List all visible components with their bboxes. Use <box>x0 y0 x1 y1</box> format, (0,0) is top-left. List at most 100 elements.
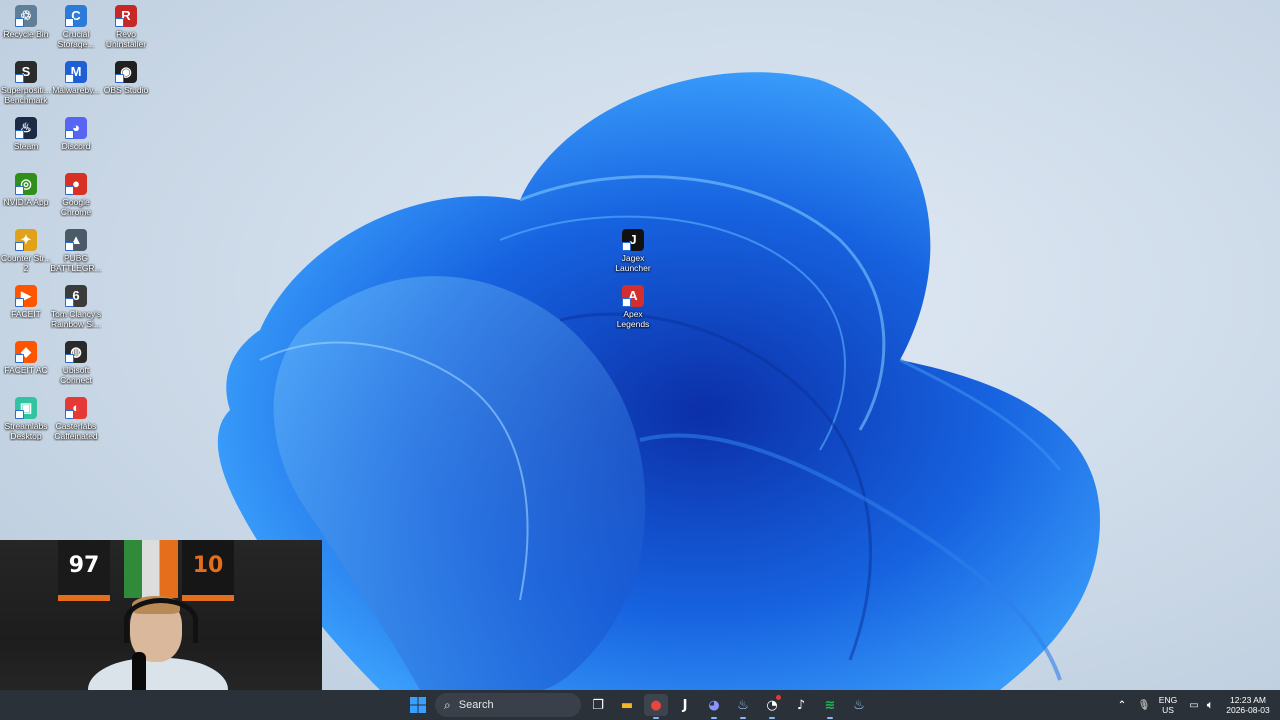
desktop-icon-ubisoft-connect[interactable]: ◍ Ubisoft Connect <box>50 341 102 385</box>
faceit-ac-icon: ◆ <box>15 341 37 363</box>
taskbar-unknown-app[interactable]: ◔ <box>760 694 784 719</box>
desktop-icon-malwarebytes[interactable]: M Malwareby... <box>50 61 102 95</box>
clock-time: 12:23 AM <box>1230 695 1266 705</box>
casterlabs-icon: ◐ <box>65 397 87 419</box>
steam-icon: ♨ <box>737 697 749 713</box>
desktop-icon-faceit[interactable]: ▶ FACEIT <box>0 285 52 319</box>
tray-volume[interactable]: 🔈︎ <box>1198 694 1222 716</box>
tray-microphone[interactable]: 🎙︎ <box>1132 694 1156 716</box>
desktop-icon-crucial-storage[interactable]: C Crucial Storage... <box>50 5 102 49</box>
desktop-icon-pubg[interactable]: ▲ PUBG BATTLEGR... <box>50 229 102 273</box>
desktop-icon-label: Streamlabs Desktop <box>4 421 48 441</box>
desktop-icon-casterlabs-caffeinated[interactable]: ◐ Casterlabs Caffeinated <box>50 397 102 441</box>
clock-date: 2026-08-03 <box>1226 705 1270 715</box>
desktop-icon-label: Revo Uninstaller <box>105 29 147 49</box>
desktop-icon-faceit-ac[interactable]: ◆ FACEIT AC <box>0 341 52 375</box>
desktop-icon-revo-uninstaller[interactable]: R Revo Uninstaller <box>100 5 152 49</box>
desktop-icon-label: Discord <box>61 141 91 151</box>
desktop-icon-label: PUBG BATTLEGR... <box>50 253 102 273</box>
chrome-icon: ● <box>65 173 87 195</box>
ubisoft-icon: ◍ <box>65 341 87 363</box>
windows-logo-icon <box>410 697 426 713</box>
jagex-icon: J <box>622 229 644 251</box>
running-indicator <box>653 717 659 719</box>
desktop-icon-label: OBS Studio <box>103 85 149 95</box>
desktop-icon-streamlabs-desktop[interactable]: ▣ Streamlabs Desktop <box>0 397 52 441</box>
running-indicator <box>740 717 746 719</box>
taskbar-steam-2[interactable]: ♨ <box>847 694 871 716</box>
desktop-icon-label: Ubisoft Connect <box>60 365 92 385</box>
taskbar: ⌕ Search ❐ ▬ ● J ◕ ♨ ◔ ♪ ≋ ♨ ⌃ 🎙︎ ENG US… <box>0 690 1280 720</box>
steam-icon: ♨ <box>15 117 37 139</box>
language-indicator[interactable]: ENG US <box>1155 695 1181 715</box>
apex-legends-icon: A <box>622 285 644 307</box>
malwarebytes-icon: M <box>65 61 87 83</box>
discord-icon: ◕ <box>708 697 720 713</box>
desktop-icon-apex-legends[interactable]: A Apex Legends <box>607 285 659 329</box>
faceit-icon: ▶ <box>15 285 37 307</box>
taskbar-spotify[interactable]: ≋ <box>818 694 842 719</box>
nvidia-icon: ◎ <box>15 173 37 195</box>
app-icon: ◔ <box>766 697 778 713</box>
language-line2: US <box>1162 705 1174 715</box>
recycle-bin-icon: ♲ <box>15 5 37 27</box>
volume-icon: 🔈︎ <box>1207 699 1213 711</box>
superposition-icon: S <box>15 61 37 83</box>
desktop-icon-counter-strike-2[interactable]: ✦ Counter Str... 2 <box>0 229 52 273</box>
streamlabs-icon: ▣ <box>15 397 37 419</box>
search-icon: ⌕ <box>444 697 451 712</box>
desktop-icon-steam[interactable]: ♨ Steam <box>0 117 52 151</box>
desktop-icon-label: Tom Clancy's Rainbow Si... <box>50 309 102 329</box>
desktop-icon-label: Apex Legends <box>616 309 650 329</box>
jersey-number: 10 <box>192 553 224 578</box>
desktop-icon-label: Steam <box>13 141 39 151</box>
desktop-icon-label: Crucial Storage... <box>57 29 95 49</box>
jersey-number: 97 <box>68 553 100 578</box>
desktop-icon-label: Counter Str... 2 <box>0 253 52 273</box>
desktop-icon-superposition[interactable]: S Superpositi... Benchmark <box>0 61 52 105</box>
notification-dot <box>776 695 781 700</box>
taskbar-jagex[interactable]: J <box>673 694 697 716</box>
desktop-icon-label: Google Chrome <box>60 197 92 217</box>
obs-studio-icon: ◉ <box>115 61 137 83</box>
desktop-icon-obs-studio[interactable]: ◉ OBS Studio <box>100 61 152 95</box>
file-explorer-icon: ▬ <box>620 697 634 713</box>
running-indicator <box>711 717 717 719</box>
desktop-icon-jagex-launcher[interactable]: J Jagex Launcher <box>607 229 659 273</box>
jersey-right: 10 <box>182 540 234 601</box>
chevron-up-icon: ⌃ <box>1117 699 1127 711</box>
discord-icon: ◕ <box>65 117 87 139</box>
language-line1: ENG <box>1158 695 1178 705</box>
taskbar-file-explorer[interactable]: ▬ <box>615 694 639 716</box>
taskbar-tiktok[interactable]: ♪ <box>789 694 813 716</box>
jagex-icon: J <box>682 697 688 713</box>
desktop-icon-label: FACEIT <box>11 309 41 319</box>
tray-overflow-button[interactable]: ⌃ <box>1110 694 1134 716</box>
desktop-icon-nvidia-app[interactable]: ◎ NVIDIA App <box>0 173 52 207</box>
counter-strike-icon: ✦ <box>15 229 37 251</box>
tiktok-icon: ♪ <box>796 697 806 713</box>
clock[interactable]: 12:23 AM 2026-08-03 <box>1222 695 1274 715</box>
desktop-icon-rainbow-six[interactable]: 6 Tom Clancy's Rainbow Si... <box>50 285 102 329</box>
taskbar-chrome[interactable]: ● <box>644 694 668 719</box>
start-button[interactable] <box>406 694 430 716</box>
taskbar-search[interactable]: ⌕ Search <box>435 693 581 717</box>
search-placeholder: Search <box>458 699 494 711</box>
taskbar-discord[interactable]: ◕ <box>702 694 726 719</box>
desktop-icon-label: Malwareby... <box>52 85 100 95</box>
banner-flag <box>124 540 178 598</box>
desktop-icon-discord[interactable]: ◕ Discord <box>50 117 102 151</box>
steam-icon: ♨ <box>853 697 865 713</box>
desktop-icon-label: FACEIT AC <box>4 365 48 375</box>
desktop-icon-google-chrome[interactable]: ● Google Chrome <box>50 173 102 217</box>
running-indicator <box>827 717 833 719</box>
crucial-storage-icon: C <box>65 5 87 27</box>
rainbow-six-icon: 6 <box>65 285 87 307</box>
desktop-icon-label: Casterlabs Caffeinated <box>54 421 98 441</box>
pubg-icon: ▲ <box>65 229 87 251</box>
chrome-icon: ● <box>650 697 662 713</box>
taskbar-steam[interactable]: ♨ <box>731 694 755 719</box>
jersey-left: 97 <box>58 540 110 601</box>
taskbar-task-view[interactable]: ❐ <box>586 694 610 716</box>
desktop-icon-recycle-bin[interactable]: ♲ Recycle Bin <box>0 5 52 39</box>
